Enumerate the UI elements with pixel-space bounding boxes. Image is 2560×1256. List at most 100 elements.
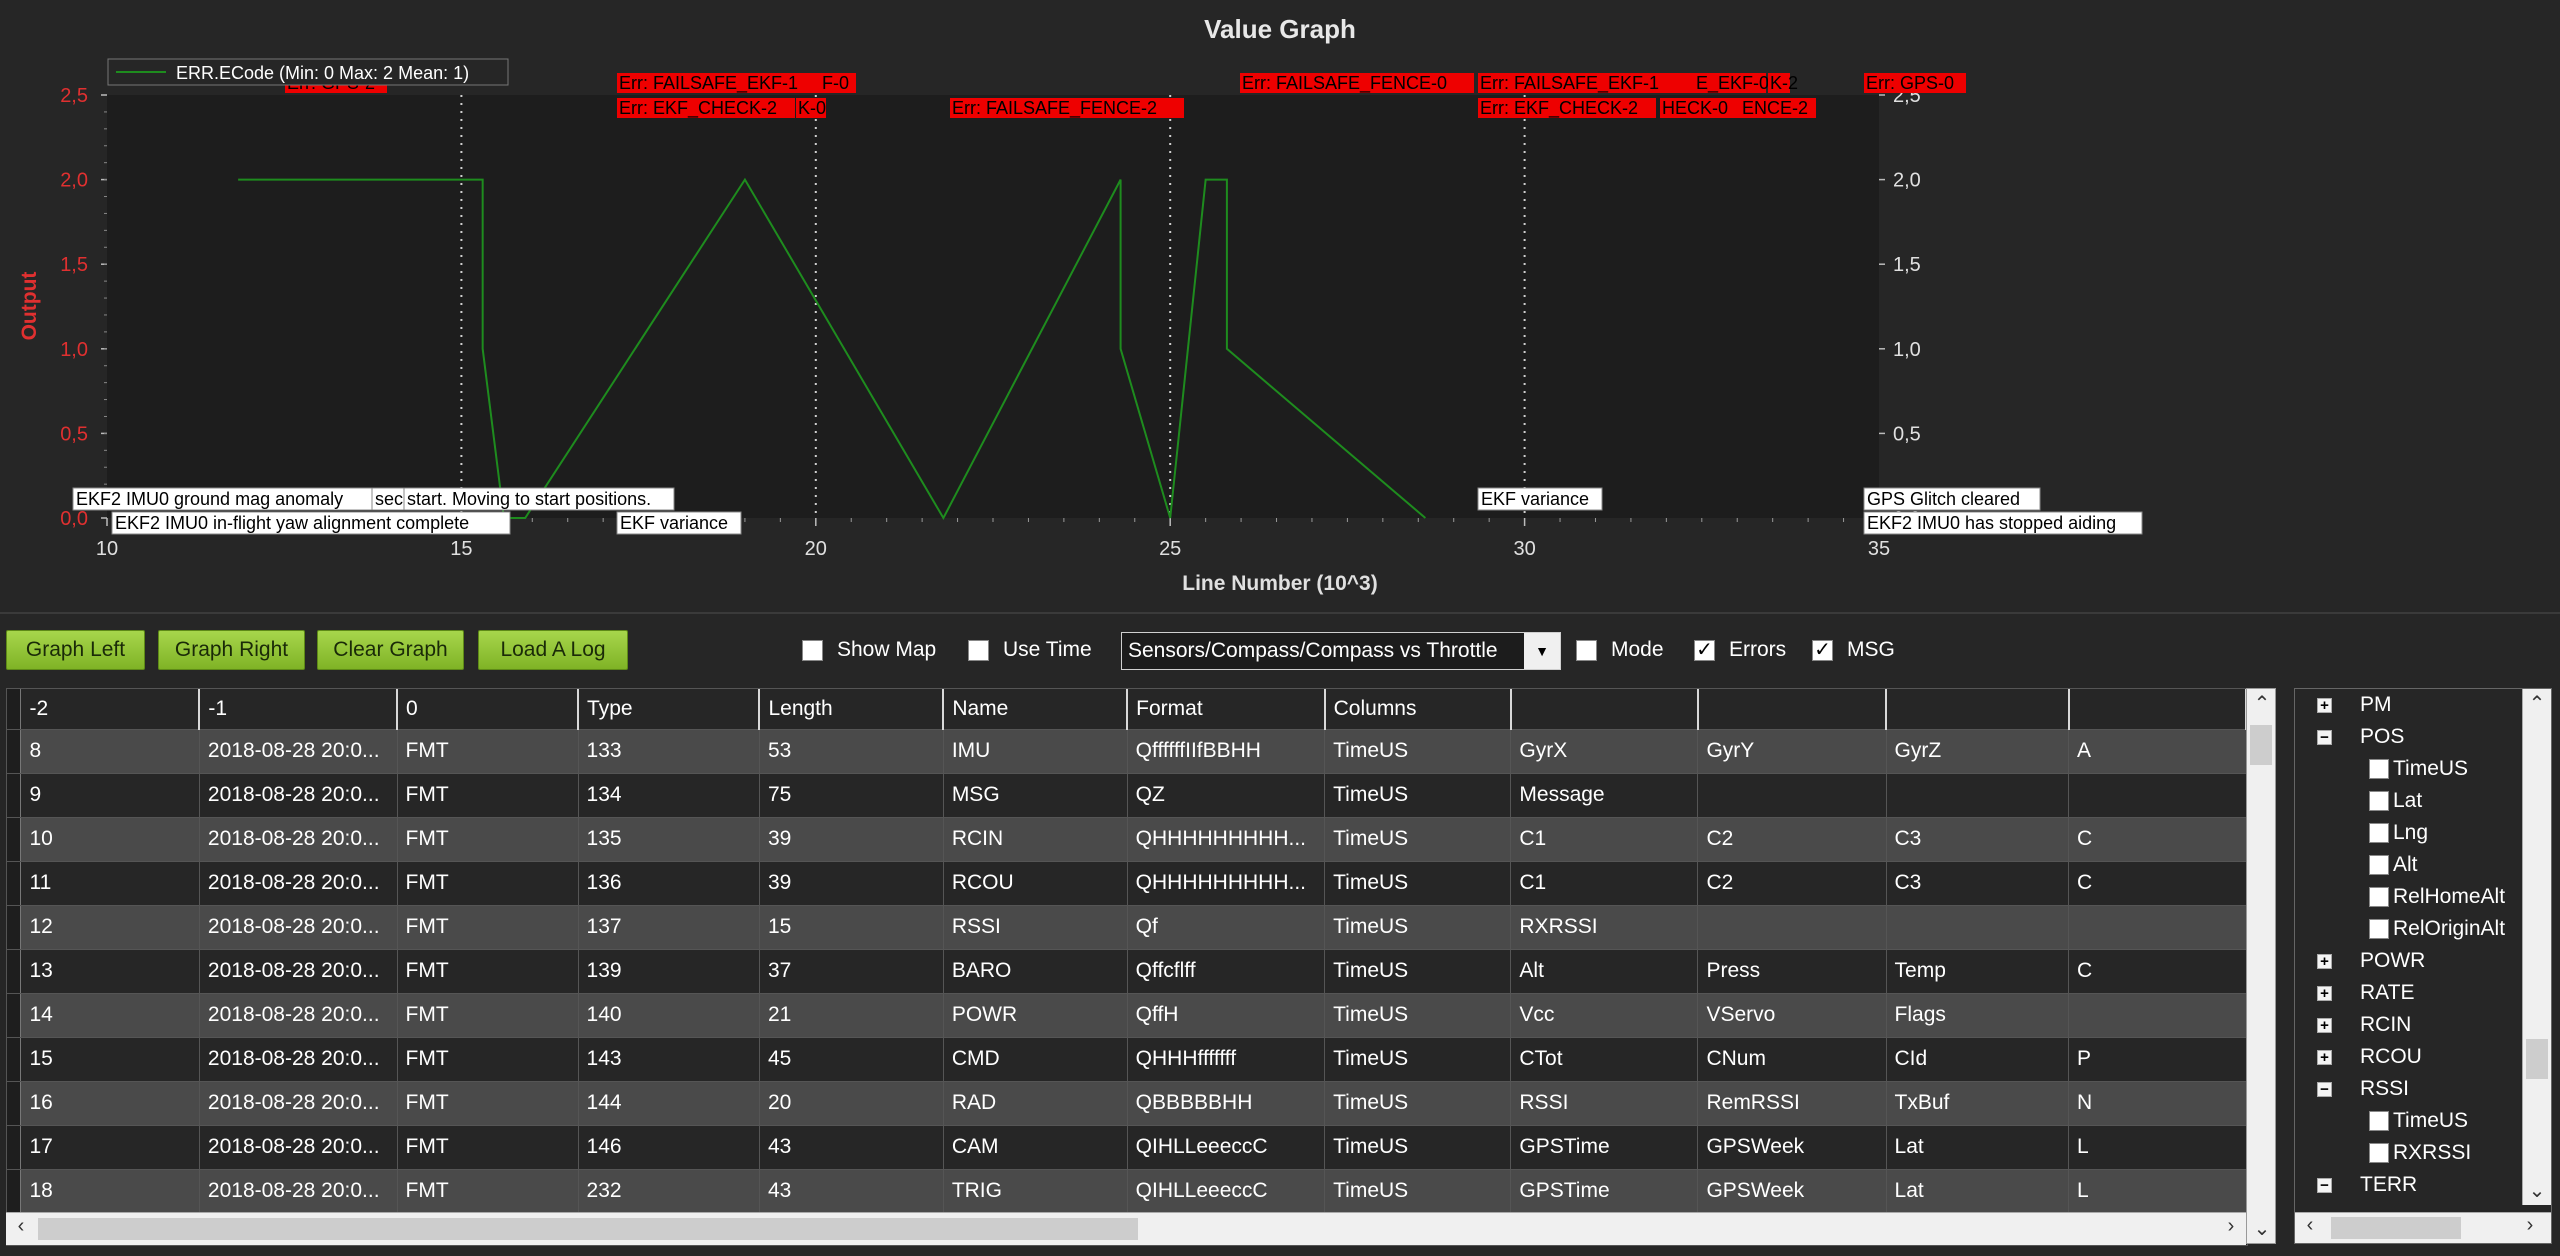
table-cell[interactable]: 43 [759,1125,944,1170]
column-header[interactable]: -2 [20,689,201,730]
table-cell[interactable]: 2018-08-28 20:0... [199,861,398,906]
table-cell[interactable]: POWR [943,993,1128,1038]
table-cell[interactable]: 18 [20,1169,200,1214]
expand-icon[interactable]: + [2317,1017,2332,1033]
tree-horizontal-scrollbar[interactable]: ‹ › [2295,1212,2551,1243]
table-row[interactable]: 17 2018-08-28 20:0... FMT 146 43 CAM QIHLLeeec… [7,1125,2247,1170]
row-header[interactable] [7,729,22,774]
tree-leaf[interactable]: Alt [2369,853,2418,877]
table-cell[interactable]: Temp [1886,949,2070,994]
column-header[interactable]: Name [943,689,1129,730]
table-cell[interactable]: 144 [578,1081,760,1126]
column-header[interactable]: -1 [199,689,399,730]
row-header[interactable] [7,1037,22,1082]
tree-leaf[interactable]: Lng [2369,821,2428,845]
table-cell[interactable]: QHHHHHHHHH... [1127,817,1326,862]
table-cell[interactable]: FMT [397,861,579,906]
table-cell[interactable]: Message [1510,773,1699,818]
table-cell[interactable]: VServo [1697,993,1887,1038]
table-cell[interactable]: Lat [1886,1169,2070,1214]
table-cell[interactable]: C3 [1886,861,2070,906]
table-cell[interactable] [2068,773,2247,818]
scroll-down-icon[interactable]: ⌄ [2522,1178,2551,1203]
log-table[interactable]: -2 -1 0 Type Length Name Format Columns 8 2018-0… [6,688,2248,1246]
table-cell[interactable]: 17 [20,1125,200,1170]
table-cell[interactable]: TimeUS [1324,1125,1512,1170]
scroll-right-icon[interactable]: › [2216,1215,2246,1238]
tree-node[interactable]: − TERR [2317,1173,2417,1197]
table-cell[interactable]: TRIG [943,1169,1128,1214]
table-cell[interactable]: CAM [943,1125,1128,1170]
tree-leaf[interactable]: TimeUS [2369,1109,2468,1133]
table-cell[interactable]: RXRSSI [1510,905,1699,950]
graph-left-button[interactable]: Graph Left [6,630,145,670]
table-cell[interactable]: GPSTime [1510,1169,1699,1214]
table-cell[interactable]: CNum [1697,1037,1887,1082]
tree-node[interactable]: + RATE [2317,981,2414,1005]
table-cell[interactable]: 15 [759,905,944,950]
table-cell[interactable]: QBBBBBHH [1127,1081,1326,1126]
tree-leaf[interactable]: RelOriginAlt [2369,917,2505,941]
table-cell[interactable] [2068,905,2247,950]
graph-select-dropdown[interactable]: Sensors/Compass/Compass vs Throttle ▼ [1121,632,1561,670]
errors-checkbox[interactable]: ✓ Errors [1694,638,1786,662]
table-cell[interactable]: 134 [578,773,760,818]
show-map-box[interactable] [802,639,823,661]
column-header[interactable]: Type [578,689,761,730]
table-cell[interactable]: 14 [20,993,200,1038]
tree-node[interactable]: − RSSI [2317,1077,2409,1101]
table-cell[interactable] [1697,905,1887,950]
table-cell[interactable]: C [2068,817,2247,862]
table-cell[interactable]: C [2068,949,2247,994]
tree-checkbox[interactable] [2369,1143,2389,1163]
table-cell[interactable]: RSSI [1510,1081,1699,1126]
table-cell[interactable]: A [2068,729,2247,774]
table-cell[interactable]: 2018-08-28 20:0... [199,1037,398,1082]
column-header[interactable]: 0 [397,689,580,730]
table-cell[interactable]: TimeUS [1324,1037,1512,1082]
table-cell[interactable]: 75 [759,773,944,818]
table-cell[interactable]: TimeUS [1324,729,1512,774]
table-cell[interactable]: QZ [1127,773,1326,818]
scroll-up-icon[interactable]: ⌃ [2247,691,2277,716]
tree-checkbox[interactable] [2369,919,2389,939]
table-cell[interactable]: 2018-08-28 20:0... [199,773,398,818]
table-cell[interactable]: Qffcflff [1127,949,1326,994]
table-cell[interactable]: 10 [20,817,200,862]
table-cell[interactable]: RCIN [943,817,1128,862]
table-cell[interactable]: TxBuf [1886,1081,2070,1126]
tree-checkbox[interactable] [2369,1111,2389,1131]
table-cell[interactable]: C [2068,861,2247,906]
table-cell[interactable] [1886,905,2070,950]
table-cell[interactable]: 2018-08-28 20:0... [199,1081,398,1126]
table-row[interactable]: 9 2018-08-28 20:0... FMT 134 75 MSG QZ TimeUS Me… [7,773,2247,818]
table-cell[interactable]: C2 [1697,817,1887,862]
table-cell[interactable]: TimeUS [1324,861,1512,906]
table-row[interactable]: 18 2018-08-28 20:0... FMT 232 43 TRIG QIHLLeee… [7,1169,2247,1214]
table-cell[interactable]: TimeUS [1324,1169,1512,1214]
table-cell[interactable]: RSSI [943,905,1128,950]
table-cell[interactable]: 53 [759,729,944,774]
expand-icon[interactable]: + [2317,1049,2332,1065]
table-cell[interactable]: RemRSSI [1697,1081,1887,1126]
row-header[interactable] [7,861,22,906]
table-cell[interactable] [2068,993,2247,1038]
table-cell[interactable]: TimeUS [1324,949,1512,994]
table-cell[interactable]: 140 [578,993,760,1038]
table-cell[interactable]: Alt [1510,949,1699,994]
tree-node[interactable]: + PM [2317,693,2392,717]
expand-icon[interactable]: + [2317,697,2332,713]
table-cell[interactable]: 133 [578,729,760,774]
clear-graph-button[interactable]: Clear Graph [317,630,464,670]
table-row[interactable]: 15 2018-08-28 20:0... FMT 143 45 CMD QHHHfffff… [7,1037,2247,1082]
table-cell[interactable]: L [2068,1125,2247,1170]
table-cell[interactable]: TimeUS [1324,993,1512,1038]
row-header[interactable] [7,905,22,950]
tree-checkbox[interactable] [2369,855,2389,875]
scroll-thumb[interactable] [2331,1217,2461,1239]
scroll-thumb[interactable] [38,1218,1138,1240]
table-cell[interactable]: C3 [1886,817,2070,862]
chevron-down-icon[interactable]: ▼ [1524,633,1560,669]
table-cell[interactable]: GyrY [1697,729,1887,774]
tree-leaf[interactable]: Lat [2369,789,2422,813]
